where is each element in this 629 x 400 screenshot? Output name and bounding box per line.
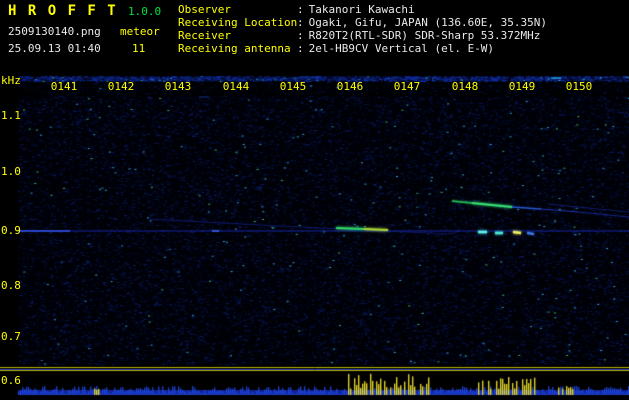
timestamp: 25.09.13 01:40	[8, 42, 101, 55]
text-overlay: H R O F F T 1.0.0 2509130140.png meteor …	[0, 0, 629, 400]
info-row: Observer: Takanori Kawachi	[178, 3, 547, 16]
x-tick-label: 0142	[107, 80, 135, 93]
x-tick-label: 0150	[565, 80, 593, 93]
x-tick-label: 0141	[50, 80, 78, 93]
app-version: 1.0.0	[128, 5, 162, 18]
info-value: R820T2(RTL-SDR) SDR-Sharp 53.372MHz	[308, 29, 541, 42]
x-tick-label: 0143	[164, 80, 192, 93]
y-tick-label: 0.7	[1, 330, 21, 343]
y-axis-unit: kHz	[1, 74, 21, 87]
info-row: Receiver: R820T2(RTL-SDR) SDR-Sharp 53.37…	[178, 29, 547, 42]
y-tick-label: 0.8	[1, 279, 21, 292]
info-separator: :	[297, 16, 304, 29]
x-tick-label: 0145	[279, 80, 307, 93]
hrofft-window: H R O F F T 1.0.0 2509130140.png meteor …	[0, 0, 629, 400]
info-label: Receiver	[178, 29, 231, 42]
y-tick-label: 0.6	[1, 374, 21, 387]
info-label: Receiving Location	[178, 16, 298, 29]
info-separator: :	[297, 29, 304, 42]
info-panel: Observer: Takanori Kawachi Receiving Loca…	[178, 3, 547, 55]
info-value: Ogaki, Gifu, JAPAN (136.60E, 35.35N)	[308, 16, 548, 29]
x-tick-label: 0147	[393, 80, 421, 93]
info-row: Receiving antenna:2el-HB9CV Vertical (el…	[178, 42, 547, 55]
x-tick-label: 0144	[222, 80, 250, 93]
app-title: H R O F F T	[8, 3, 118, 19]
info-separator: :	[297, 3, 304, 16]
info-value: Takanori Kawachi	[308, 3, 415, 16]
info-separator: :	[297, 42, 304, 55]
mode-label: meteor	[120, 25, 160, 38]
y-tick-label: 0.9	[1, 224, 21, 237]
info-label: Receiving antenna	[178, 42, 291, 55]
info-row: Receiving Location: Ogaki, Gifu, JAPAN (1…	[178, 16, 547, 29]
info-label: Observer	[178, 3, 231, 16]
meteor-count: 11	[132, 42, 146, 55]
y-tick-label: 1.1	[1, 109, 21, 122]
info-value: 2el-HB9CV Vertical (el. E-W)	[308, 42, 495, 55]
y-tick-label: 1.0	[1, 165, 21, 178]
x-tick-label: 0148	[451, 80, 479, 93]
x-tick-label: 0149	[508, 80, 536, 93]
x-tick-label: 0146	[336, 80, 364, 93]
output-filename: 2509130140.png	[8, 25, 101, 38]
